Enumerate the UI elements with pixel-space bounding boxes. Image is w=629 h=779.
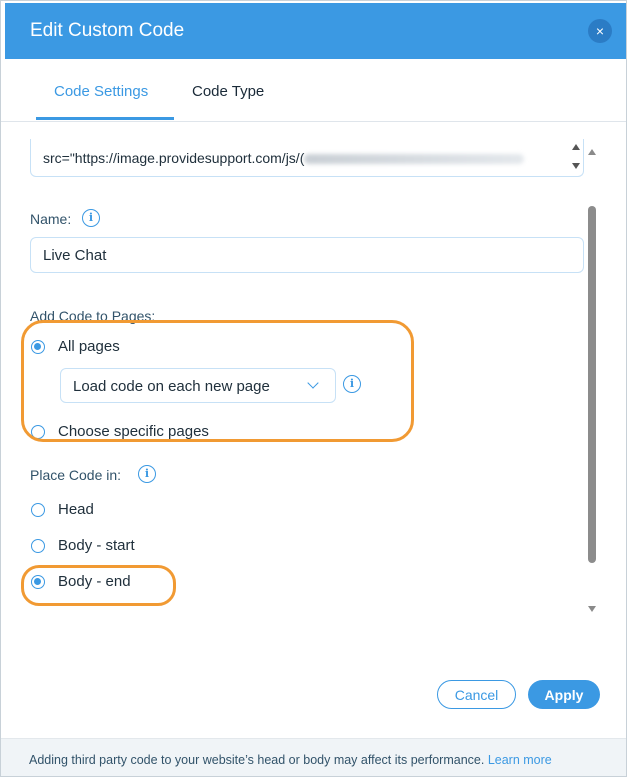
radio-choose-specific-pages-label[interactable]: Choose specific pages: [58, 423, 209, 440]
tab-bar: Code Settings Code Type: [1, 59, 626, 122]
radio-head-label[interactable]: Head: [58, 501, 94, 518]
radio-head[interactable]: [31, 503, 45, 517]
place-code-label: Place Code in:: [30, 467, 122, 483]
apply-button[interactable]: Apply: [528, 680, 600, 709]
dropdown-info-icon[interactable]: i: [343, 375, 361, 393]
radio-body-end[interactable]: [31, 575, 45, 589]
scrollbar-thumb[interactable]: [588, 206, 596, 563]
blurred-code: [304, 154, 525, 165]
name-label: Name:: [30, 211, 72, 227]
chevron-down-icon: [307, 377, 319, 389]
active-tab-indicator: [36, 117, 174, 120]
radio-body-end-label[interactable]: Body - end: [58, 573, 131, 590]
code-scroll-down-icon[interactable]: [572, 163, 580, 169]
scroll-down-icon[interactable]: [588, 606, 596, 612]
name-input[interactable]: [30, 237, 584, 273]
tab-code-settings[interactable]: Code Settings: [54, 83, 148, 100]
tab-code-type[interactable]: Code Type: [192, 83, 264, 100]
dialog-title: Edit Custom Code: [30, 20, 185, 41]
close-icon[interactable]: ×: [588, 19, 612, 43]
load-code-dropdown[interactable]: Load code on each new page: [60, 368, 336, 403]
radio-all-pages-label[interactable]: All pages: [58, 338, 120, 355]
add-code-label: Add Code to Pages:: [30, 308, 156, 324]
place-code-info-icon[interactable]: i: [138, 465, 156, 483]
footer-message: Adding third party code to your website’…: [29, 753, 485, 767]
dropdown-selected-value: Load code on each new page: [73, 378, 270, 395]
radio-body-start-label[interactable]: Body - start: [58, 537, 135, 554]
radio-all-pages[interactable]: [31, 340, 45, 354]
edit-custom-code-dialog: Edit Custom Code × Code Settings Code Ty…: [0, 0, 627, 777]
code-textarea[interactable]: src="https://image.providesupport.com/js…: [30, 139, 584, 177]
name-info-icon[interactable]: i: [82, 209, 100, 227]
radio-body-start[interactable]: [31, 539, 45, 553]
footer-notice: Adding third party code to your website’…: [1, 738, 626, 776]
cancel-button[interactable]: Cancel: [437, 680, 516, 709]
scroll-up-icon[interactable]: [588, 149, 596, 155]
footer-text: Adding third party code to your website’…: [29, 753, 552, 767]
code-scroll-up-icon[interactable]: [572, 144, 580, 150]
dialog-header: Edit Custom Code ×: [5, 3, 626, 59]
radio-choose-specific-pages[interactable]: [31, 425, 45, 439]
code-text: src="https://image.providesupport.com/js…: [43, 150, 525, 166]
learn-more-link[interactable]: Learn more: [488, 753, 552, 767]
